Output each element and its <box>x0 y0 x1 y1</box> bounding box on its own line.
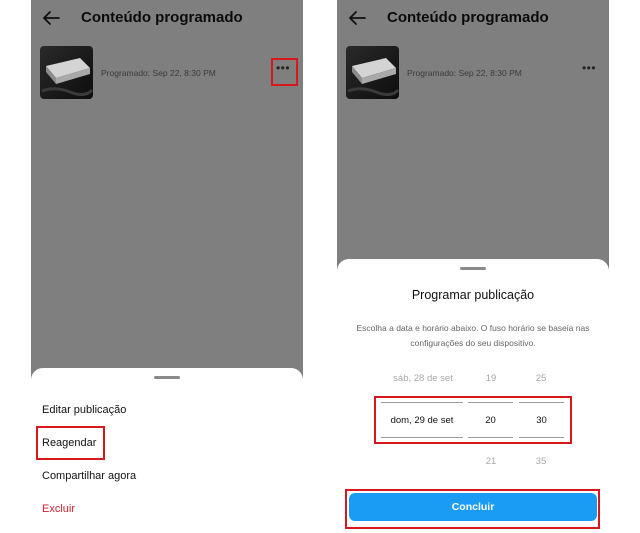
date-option-prev[interactable]: sáb, 28 de set <box>381 373 465 384</box>
header: Conteúdo programado <box>337 0 609 36</box>
highlight-reschedule <box>36 426 105 460</box>
scheduled-post-row[interactable]: Programado: Sep 22, 8:30 PM ••• <box>337 46 609 100</box>
scheduled-post-row[interactable]: Programado: Sep 22, 8:30 PM ••• <box>31 46 303 100</box>
post-thumbnail[interactable] <box>346 46 399 99</box>
minute-option-prev[interactable]: 25 <box>518 373 564 384</box>
dimmed-background: Conteúdo programado Programado: Sep 22, … <box>337 0 609 278</box>
hour-option-prev[interactable]: 19 <box>468 373 514 384</box>
highlight-done-button <box>345 489 600 529</box>
sheet-description: Escolha a data e horário abaixo. O fuso … <box>356 323 590 348</box>
highlight-more-options <box>271 58 298 86</box>
left-screen: Conteúdo programado Programado: Sep 22, … <box>31 0 303 533</box>
hour-option-next[interactable]: 21 <box>468 456 514 467</box>
dimmed-background: Conteúdo programado Programado: Sep 22, … <box>31 0 303 385</box>
sheet-title: Programar publicação <box>411 288 535 302</box>
minute-option-next[interactable]: 35 <box>518 456 564 467</box>
sheet-grabber[interactable] <box>460 267 486 270</box>
page-title: Conteúdo programado <box>387 9 549 26</box>
post-status: Programado: Sep 22, 8:30 PM <box>101 68 216 78</box>
menu-item-delete[interactable]: Excluir <box>42 503 75 515</box>
page-title: Conteúdo programado <box>81 9 243 26</box>
menu-item-share-now[interactable]: Compartilhar agora <box>42 470 136 482</box>
header: Conteúdo programado <box>31 0 303 36</box>
highlight-date-time-picker <box>374 396 572 444</box>
back-arrow-icon[interactable] <box>347 8 367 28</box>
menu-item-edit[interactable]: Editar publicação <box>42 404 126 416</box>
back-arrow-icon[interactable] <box>41 8 61 28</box>
post-status: Programado: Sep 22, 8:30 PM <box>407 68 522 78</box>
sheet-grabber[interactable] <box>154 376 180 379</box>
right-screen: Conteúdo programado Programado: Sep 22, … <box>337 0 609 533</box>
more-options-icon[interactable]: ••• <box>581 62 597 75</box>
post-thumbnail[interactable] <box>40 46 93 99</box>
